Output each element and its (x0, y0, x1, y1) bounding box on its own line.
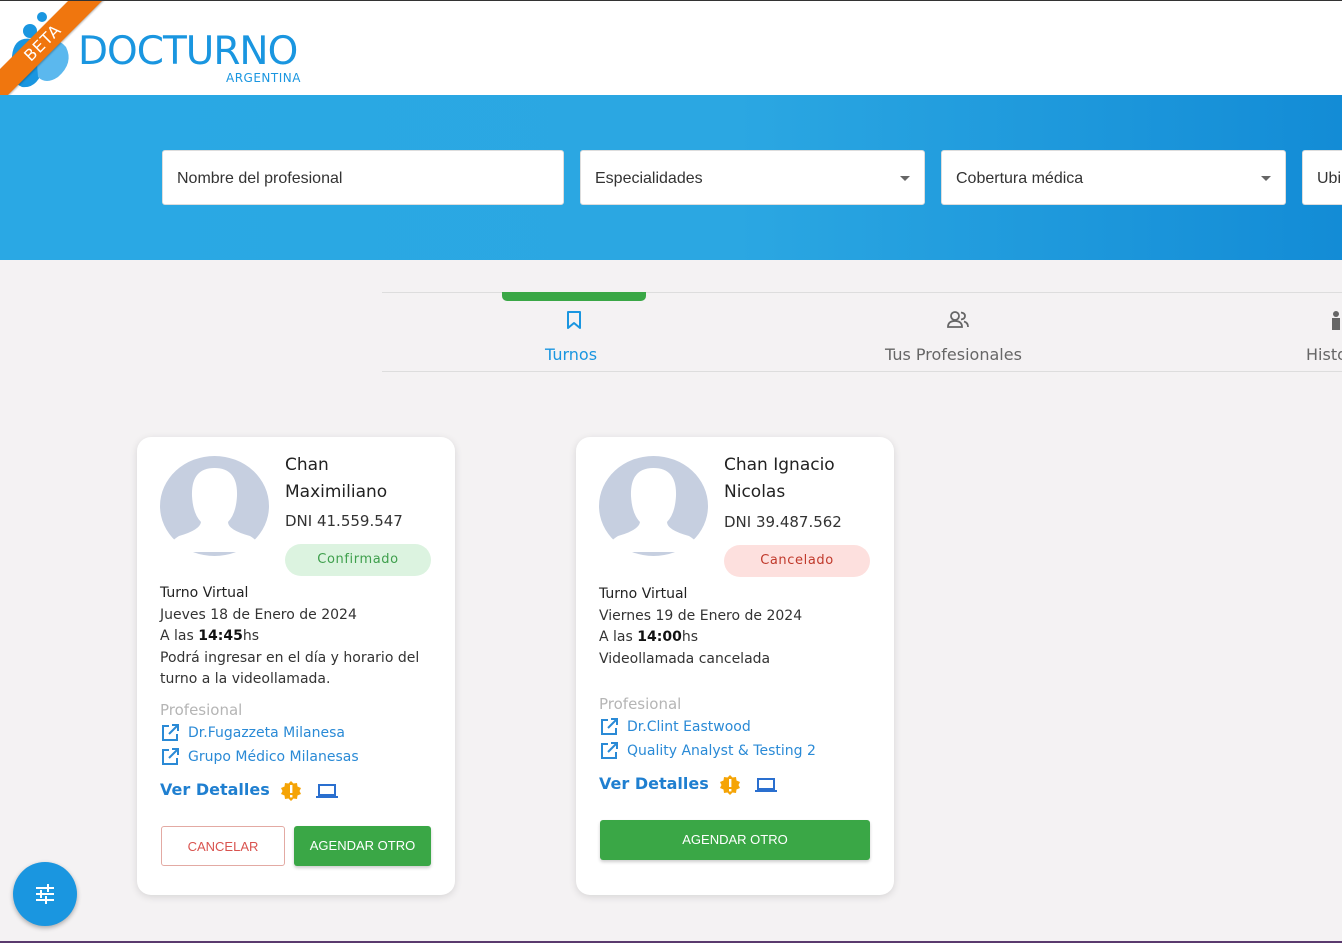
patient-dni: DNI 41.559.547 (285, 512, 403, 530)
specialty-select-label: Especialidades (595, 170, 703, 187)
location-select-label: Ubi (1317, 170, 1342, 187)
appointment-time: A las 14:00hs (599, 629, 698, 645)
appointment-date: Viernes 19 de Enero de 2024 (599, 607, 803, 624)
brand-name: DOCTURNO (78, 29, 298, 74)
appointment-info: Turno Virtual Viernes 19 de Enero de 202… (599, 584, 879, 670)
appointment-date: Jueves 18 de Enero de 2024 (160, 606, 357, 623)
tab-profesionales[interactable]: Tus Profesionales (862, 293, 1052, 371)
coverage-select-label: Cobertura médica (956, 170, 1084, 187)
tab-profesionales-label: Tus Profesionales (885, 345, 1022, 364)
group-link[interactable]: Grupo Médico Milanesas (160, 746, 359, 768)
avatar (599, 456, 708, 556)
filter-button[interactable] (13, 862, 77, 926)
warning-badge-icon (281, 780, 302, 801)
brand-subtitle: ARGENTINA (226, 71, 301, 85)
logo[interactable]: BETA DOCTURNO ARGENTINA (0, 1, 320, 96)
status-badge: Cancelado (724, 545, 870, 577)
patient-dni: DNI 39.487.562 (724, 513, 842, 531)
details-link[interactable]: Ver Detalles (599, 771, 777, 797)
filter-sliders-icon (36, 884, 54, 904)
external-link-icon (162, 748, 179, 765)
laptop-icon (754, 777, 777, 792)
book-again-button[interactable]: AGENDAR OTRO (294, 826, 431, 866)
specialty-select[interactable]: Especialidades (580, 150, 925, 205)
appointment-note: Videollamada cancelada (599, 650, 771, 667)
appointment-note: Podrá ingresar en el día y horario del t… (160, 649, 420, 688)
people-icon (947, 311, 969, 328)
coverage-select[interactable]: Cobertura médica (941, 150, 1286, 205)
patient-name: Chan Ignacio Nicolas (724, 455, 835, 502)
cancel-button[interactable]: CANCELAR (161, 826, 285, 866)
tab-turnos-label: Turnos (545, 345, 598, 364)
search-banner: Nombre del profesional Especialidades Co… (0, 95, 1342, 260)
chevron-down-icon (1261, 176, 1271, 181)
external-link-icon (601, 718, 618, 735)
external-link-icon (601, 742, 618, 759)
tab-bar: Turnos Tus Profesionales Histo (382, 292, 1342, 372)
doctor-link[interactable]: Dr.Clint Eastwood (599, 716, 751, 738)
location-select[interactable]: Ubi (1302, 150, 1342, 205)
appointment-info: Turno Virtual Jueves 18 de Enero de 2024… (160, 583, 440, 691)
header: BETA DOCTURNO ARGENTINA (0, 0, 1342, 96)
history-icon (1332, 311, 1340, 330)
tab-historial[interactable]: Histo (1306, 293, 1342, 371)
laptop-icon (315, 783, 338, 798)
appointment-type: Turno Virtual (160, 585, 249, 601)
professional-heading: Profesional (599, 695, 682, 713)
avatar (160, 456, 269, 556)
professional-name-input[interactable]: Nombre del profesional (162, 150, 564, 205)
appointment-card: Chan Maximiliano DNI 41.559.547 Confirma… (137, 437, 455, 895)
professional-heading: Profesional (160, 701, 243, 719)
professional-name-placeholder: Nombre del profesional (177, 170, 343, 187)
bookmark-icon (567, 311, 581, 329)
book-again-button[interactable]: AGENDAR OTRO (600, 820, 870, 860)
tab-historial-label: Histo (1306, 345, 1342, 364)
status-badge: Confirmado (285, 544, 431, 576)
appointment-time: A las 14:45hs (160, 628, 259, 644)
tab-turnos[interactable]: Turnos (502, 293, 646, 371)
chevron-down-icon (900, 176, 910, 181)
warning-badge-icon (720, 774, 741, 795)
patient-name: Chan Maximiliano (285, 455, 388, 502)
appointment-type: Turno Virtual (599, 586, 688, 602)
group-link[interactable]: Quality Analyst & Testing 2 (599, 740, 816, 762)
details-link[interactable]: Ver Detalles (160, 777, 338, 803)
appointment-card: Chan Ignacio Nicolas DNI 39.487.562 Canc… (576, 437, 894, 895)
doctor-link[interactable]: Dr.Fugazzeta Milanesa (160, 722, 345, 744)
external-link-icon (162, 724, 179, 741)
